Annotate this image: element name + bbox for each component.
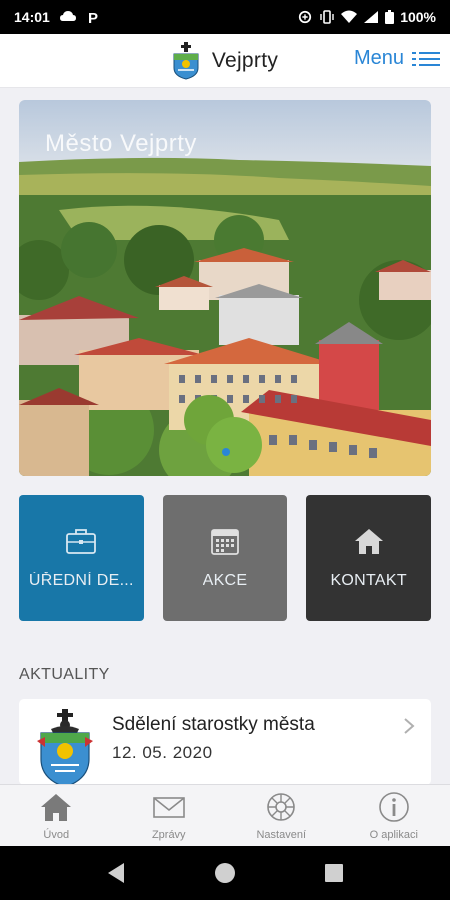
tile-official-board[interactable]: ÚŘEDNÍ DE... — [19, 495, 144, 621]
tile-contact[interactable]: KONTAKT — [306, 495, 432, 621]
status-time: 14:01 — [14, 9, 50, 25]
hero-title: Město Vejprty — [45, 130, 197, 157]
menu-button[interactable]: Menu — [354, 47, 440, 70]
news-item[interactable]: Sdělení starostky města 12. 05. 2020 — [19, 699, 431, 785]
battery-icon — [385, 10, 395, 24]
home-icon — [41, 793, 72, 821]
info-icon — [378, 791, 409, 822]
hamburger-icon — [412, 48, 440, 70]
home-icon — [354, 529, 383, 554]
system-nav-bar — [0, 846, 450, 900]
nav-label: Zprávy — [151, 828, 186, 841]
wifi-icon — [341, 10, 358, 23]
tile-label: ÚŘEDNÍ DE... — [28, 572, 134, 589]
news-title: Sdělení starostky města — [112, 714, 315, 735]
cloud-icon — [59, 11, 76, 21]
hero-carousel[interactable]: Město Vejprty — [19, 100, 431, 476]
briefcase-icon — [66, 529, 97, 554]
home-circle-icon[interactable] — [214, 862, 236, 884]
nav-label: O aplikaci — [369, 828, 418, 841]
nav-item-settings[interactable]: Nastavení — [225, 785, 338, 846]
news-date: 12. 05. 2020 — [112, 743, 213, 762]
battery-percent: 100% — [400, 9, 436, 25]
brand: Vejprty — [172, 41, 279, 80]
nav-label: Úvod — [43, 828, 70, 841]
quick-tiles: ÚŘEDNÍ DE... AKCE KONTAKT — [19, 495, 432, 621]
nav-label: Nastavení — [256, 828, 307, 841]
nav-item-messages[interactable]: Zprávy — [113, 785, 226, 846]
carousel-indicator[interactable] — [222, 448, 230, 456]
envelope-icon — [152, 796, 185, 818]
coat-of-arms-icon — [173, 41, 199, 80]
app-header: Vejprty Menu — [0, 34, 450, 88]
coat-of-arms-icon — [37, 709, 93, 785]
menu-label: Menu — [353, 47, 404, 69]
vibrate-icon — [320, 10, 334, 24]
signal-icon — [364, 11, 379, 23]
gear-icon — [267, 792, 296, 821]
nav-item-home[interactable]: Úvod — [0, 785, 113, 846]
app-title: Vejprty — [211, 48, 279, 72]
calendar-icon — [211, 529, 239, 555]
back-icon[interactable] — [106, 862, 126, 884]
news-section-title: AKTUALITY — [19, 666, 110, 683]
svg-text:P: P — [88, 10, 98, 24]
bottom-nav: Úvod Zprávy Nastavení O aplikaci — [0, 784, 450, 846]
tile-label: AKCE — [202, 572, 248, 589]
parking-icon: P — [88, 10, 98, 24]
tile-events[interactable]: AKCE — [162, 495, 288, 621]
chevron-right-icon — [404, 718, 415, 734]
nav-item-about[interactable]: O aplikaci — [338, 785, 450, 846]
status-bar: 14:01 P 100% — [0, 0, 450, 34]
data-saver-icon — [299, 10, 312, 24]
tile-label: KONTAKT — [330, 572, 407, 589]
recents-icon[interactable] — [324, 863, 344, 883]
